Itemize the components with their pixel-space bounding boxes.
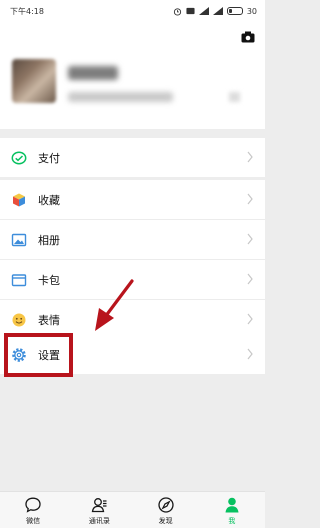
signal-icon-2 xyxy=(212,7,223,15)
wallet-icon xyxy=(11,151,27,165)
menu-label-cards: 卡包 xyxy=(38,273,60,287)
settings-highlight-box xyxy=(4,333,73,377)
menu-item-pay[interactable]: 支付 xyxy=(0,138,265,177)
menu-item-album[interactable]: 相册 xyxy=(0,220,265,259)
tab-label-contacts: 通讯录 xyxy=(88,517,110,525)
tab-label-chats: 微信 xyxy=(26,517,41,525)
battery-icon xyxy=(226,7,243,15)
profile-id-blurred xyxy=(68,92,173,102)
tab-label-discover: 发现 xyxy=(158,517,173,525)
status-bar: 下午4:18 30 xyxy=(0,0,265,22)
smiley-icon xyxy=(12,313,26,327)
tab-chats[interactable]: 微信 xyxy=(0,492,66,528)
profile-name-blurred xyxy=(68,66,118,80)
hd-icon xyxy=(186,7,195,15)
menu-label-favorites: 收藏 xyxy=(38,193,60,207)
tab-me[interactable]: 我 xyxy=(199,492,265,528)
chevron-right-icon xyxy=(247,348,253,360)
menu-label-album: 相册 xyxy=(38,233,60,247)
contacts-icon xyxy=(92,498,107,513)
tab-contacts[interactable]: 通讯录 xyxy=(66,492,132,528)
person-icon xyxy=(225,497,239,513)
battery-percent: 30 xyxy=(246,6,257,16)
avatar[interactable] xyxy=(12,59,56,103)
alarm-icon xyxy=(173,7,181,16)
status-icons: 30 xyxy=(173,7,257,16)
tab-discover[interactable]: 发现 xyxy=(133,492,199,528)
compass-icon xyxy=(157,497,174,513)
menu-item-cards[interactable]: 卡包 xyxy=(0,260,265,299)
chevron-right-icon xyxy=(247,273,253,285)
chevron-right-icon xyxy=(247,313,253,325)
bottom-tab-bar: 微信 通讯录 发现 我 xyxy=(0,491,265,528)
camera-icon[interactable] xyxy=(241,31,255,43)
image-icon xyxy=(11,233,27,247)
profile-header[interactable] xyxy=(0,22,265,129)
chevron-right-icon xyxy=(247,151,253,163)
menu-item-favorites[interactable]: 收藏 xyxy=(0,180,265,219)
status-time: 下午4:18 xyxy=(10,6,44,16)
chat-icon xyxy=(25,497,41,513)
menu-label-stickers: 表情 xyxy=(38,313,60,327)
chevron-right-icon xyxy=(247,233,253,245)
qr-code-blurred[interactable] xyxy=(229,92,240,102)
card-icon xyxy=(11,274,27,287)
tab-label-me: 我 xyxy=(228,517,236,525)
cube-icon xyxy=(13,193,25,207)
chevron-right-icon xyxy=(247,193,253,205)
menu-label-pay: 支付 xyxy=(38,151,60,165)
signal-icon xyxy=(198,7,209,15)
